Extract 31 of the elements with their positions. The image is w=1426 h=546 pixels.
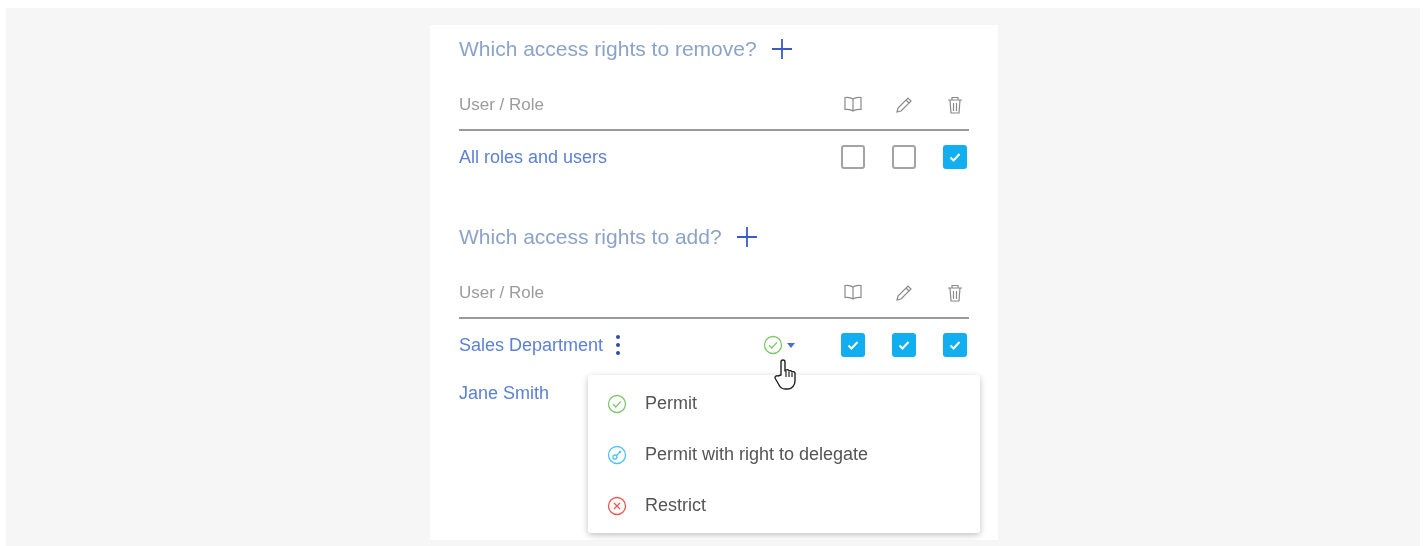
section-title: Which access rights to remove?: [459, 36, 757, 63]
checkbox[interactable]: [943, 333, 967, 357]
user-role-link[interactable]: Sales Department: [459, 331, 604, 359]
pencil-icon: [894, 95, 914, 115]
add-icon[interactable]: [770, 38, 793, 60]
cross-circle-icon: [607, 495, 627, 516]
section-title: Which access rights to add?: [459, 224, 722, 251]
user-role-link[interactable]: Jane Smith: [459, 379, 550, 407]
trash-icon: [946, 95, 964, 115]
right-dropdown[interactable]: [763, 335, 795, 355]
check-circle-icon: [607, 393, 627, 414]
checkbox[interactable]: [841, 145, 865, 169]
column-header: User / Role: [459, 282, 545, 305]
book-icon: [843, 95, 863, 113]
check-circle-icon: [763, 335, 783, 355]
checkbox[interactable]: [892, 145, 916, 169]
book-icon: [843, 283, 863, 301]
key-circle-icon: [607, 444, 627, 465]
user-role-link[interactable]: All roles and users: [459, 143, 608, 171]
menu-item[interactable]: Restrict: [588, 480, 980, 531]
checkbox[interactable]: [892, 333, 916, 357]
checkbox[interactable]: [841, 333, 865, 357]
trash-icon: [946, 283, 964, 303]
more-icon[interactable]: [615, 334, 622, 356]
menu-item[interactable]: Permit: [588, 378, 980, 429]
caret-icon: [787, 342, 795, 348]
pencil-icon: [894, 283, 914, 303]
checkbox[interactable]: [943, 145, 967, 169]
menu-item[interactable]: Permit with right to delegate: [588, 429, 980, 480]
column-header: User / Role: [459, 94, 545, 117]
add-icon[interactable]: [735, 226, 758, 248]
